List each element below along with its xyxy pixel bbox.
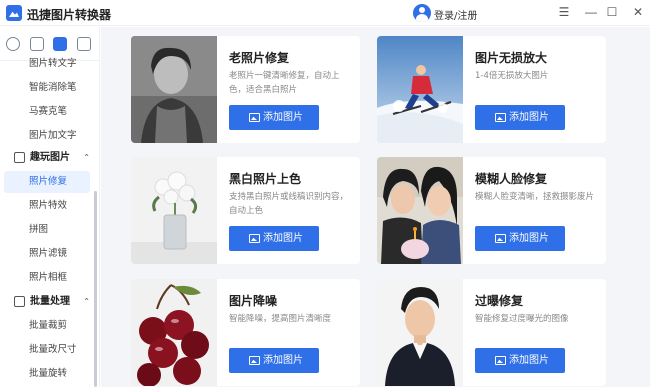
add-image-label: 添加图片 — [263, 355, 303, 366]
add-image-button[interactable]: 添加图片 — [229, 348, 319, 373]
sidebar: 图片转文字 智能消除笔 马赛克笔 图片加文字 趣玩图片 ⌃ 照片修复 照片特效 … — [0, 27, 100, 387]
maximize-icon[interactable]: ☐ — [602, 3, 622, 21]
add-image-button[interactable]: 添加图片 — [229, 226, 319, 251]
feature-card-colorize[interactable]: 黑白照片上色 支持黑白照片或线稿识别内容，自动上色 添加图片 — [131, 157, 360, 264]
add-image-label: 添加图片 — [509, 233, 549, 244]
card-thumbnail — [377, 279, 463, 386]
card-description: 模糊人脸变清晰，拯救摄影废片 — [475, 192, 595, 202]
feature-card-overexposure-repair[interactable]: 过曝修复 智能修复过度曝光的图像 添加图片 — [377, 279, 606, 386]
card-title: 过曝修复 — [475, 294, 524, 308]
card-title: 模糊人脸修复 — [475, 172, 548, 186]
sidebar-group-fun-images[interactable]: 趣玩图片 ⌃ — [14, 147, 94, 169]
sidebar-item-collage[interactable]: 拼图 — [4, 219, 90, 241]
card-thumbnail — [377, 36, 463, 143]
sidebar-item-photo-filter[interactable]: 照片滤镜 — [4, 243, 90, 265]
picture-icon — [14, 152, 25, 163]
sidebar-item-photo-repair[interactable]: 照片修复 — [4, 171, 90, 193]
feature-card-old-photo-repair[interactable]: 老照片修复 老照片一键清晰修复，自动上色，适合黑白照片 添加图片 — [131, 36, 360, 143]
add-image-button[interactable]: 添加图片 — [229, 105, 319, 130]
sidebar-group-label: 批量处理 — [30, 296, 70, 307]
sidebar-item-mosaic-pen[interactable]: 马赛克笔 — [4, 101, 90, 123]
batch-icon — [14, 296, 25, 307]
image-fun-icon[interactable] — [53, 37, 67, 51]
add-image-button[interactable]: 添加图片 — [475, 226, 565, 251]
feature-card-face-repair[interactable]: 模糊人脸修复 模糊人脸变清晰，拯救摄影废片 添加图片 — [377, 157, 606, 264]
sidebar-item-smart-eraser[interactable]: 智能消除笔 — [4, 77, 90, 99]
image-icon — [495, 356, 506, 365]
close-icon[interactable]: ✕ — [628, 3, 648, 21]
sidebar-item-add-text[interactable]: 图片加文字 — [4, 125, 90, 147]
format-convert-icon[interactable] — [6, 37, 20, 51]
sidebar-scrollbar[interactable] — [94, 191, 97, 387]
sidebar-item-image-to-text[interactable]: 图片转文字 — [4, 53, 90, 75]
image-icon — [249, 234, 260, 243]
menu-icon[interactable]: ☰ — [554, 3, 574, 21]
card-thumbnail — [131, 36, 217, 143]
feature-card-lossless-upscale[interactable]: 图片无损放大 1-4倍无损放大图片 添加图片 — [377, 36, 606, 143]
feature-card-denoise[interactable]: 图片降噪 智能降噪，提高图片清晰度 添加图片 — [131, 279, 360, 386]
card-description: 智能降噪，提高图片清晰度 — [229, 314, 332, 324]
sidebar-item-batch-resize[interactable]: 批量改尺寸 — [4, 339, 90, 361]
add-image-button[interactable]: 添加图片 — [475, 105, 565, 130]
card-thumbnail — [131, 157, 217, 264]
card-description: 智能修复过度曝光的图像 — [475, 314, 569, 324]
sidebar-group-batch[interactable]: 批量处理 ⌃ — [14, 291, 94, 313]
sidebar-item-photo-effects[interactable]: 照片特效 — [4, 195, 90, 217]
add-image-label: 添加图片 — [263, 233, 303, 244]
image-icon — [495, 234, 506, 243]
app-logo-icon — [6, 5, 22, 21]
chevron-up-icon: ⌃ — [83, 153, 90, 162]
card-title: 图片降噪 — [229, 294, 278, 308]
card-thumbnail — [131, 279, 217, 386]
main-content: 老照片修复 老照片一键清晰修复，自动上色，适合黑白照片 添加图片 图片无损放大 … — [101, 27, 650, 387]
minimize-icon[interactable]: — — [581, 3, 601, 21]
image-icon — [249, 113, 260, 122]
card-description: 老照片一键清晰修复，自动上色，适合黑白照片 — [229, 71, 340, 95]
add-image-label: 添加图片 — [509, 112, 549, 123]
title-bar: 迅捷图片转换器 登录/注册 ☰ — ☐ ✕ — [0, 0, 650, 26]
add-image-label: 添加图片 — [263, 112, 303, 123]
card-description: 1-4倍无损放大图片 — [475, 71, 549, 81]
image-icon — [249, 356, 260, 365]
sidebar-item-batch-rotate[interactable]: 批量旋转 — [4, 363, 90, 385]
card-title: 老照片修复 — [229, 51, 290, 65]
user-avatar-icon[interactable] — [413, 4, 431, 22]
card-title: 黑白照片上色 — [229, 172, 302, 186]
sidebar-item-photo-frame[interactable]: 照片相框 — [4, 267, 90, 289]
add-image-button[interactable]: 添加图片 — [475, 348, 565, 373]
chevron-up-icon: ⌃ — [83, 297, 90, 306]
batch-tool-icon[interactable] — [77, 37, 91, 51]
card-thumbnail — [377, 157, 463, 264]
add-image-label: 添加图片 — [509, 355, 549, 366]
sidebar-item-batch-crop[interactable]: 批量裁剪 — [4, 315, 90, 337]
card-description: 支持黑白照片或线稿识别内容，自动上色 — [229, 192, 349, 216]
card-title: 图片无损放大 — [475, 51, 548, 65]
login-link[interactable]: 登录/注册 — [434, 7, 477, 22]
sidebar-group-label: 趣玩图片 — [30, 152, 70, 163]
image-edit-icon[interactable] — [30, 37, 44, 51]
app-title: 迅捷图片转换器 — [27, 8, 112, 22]
image-icon — [495, 113, 506, 122]
